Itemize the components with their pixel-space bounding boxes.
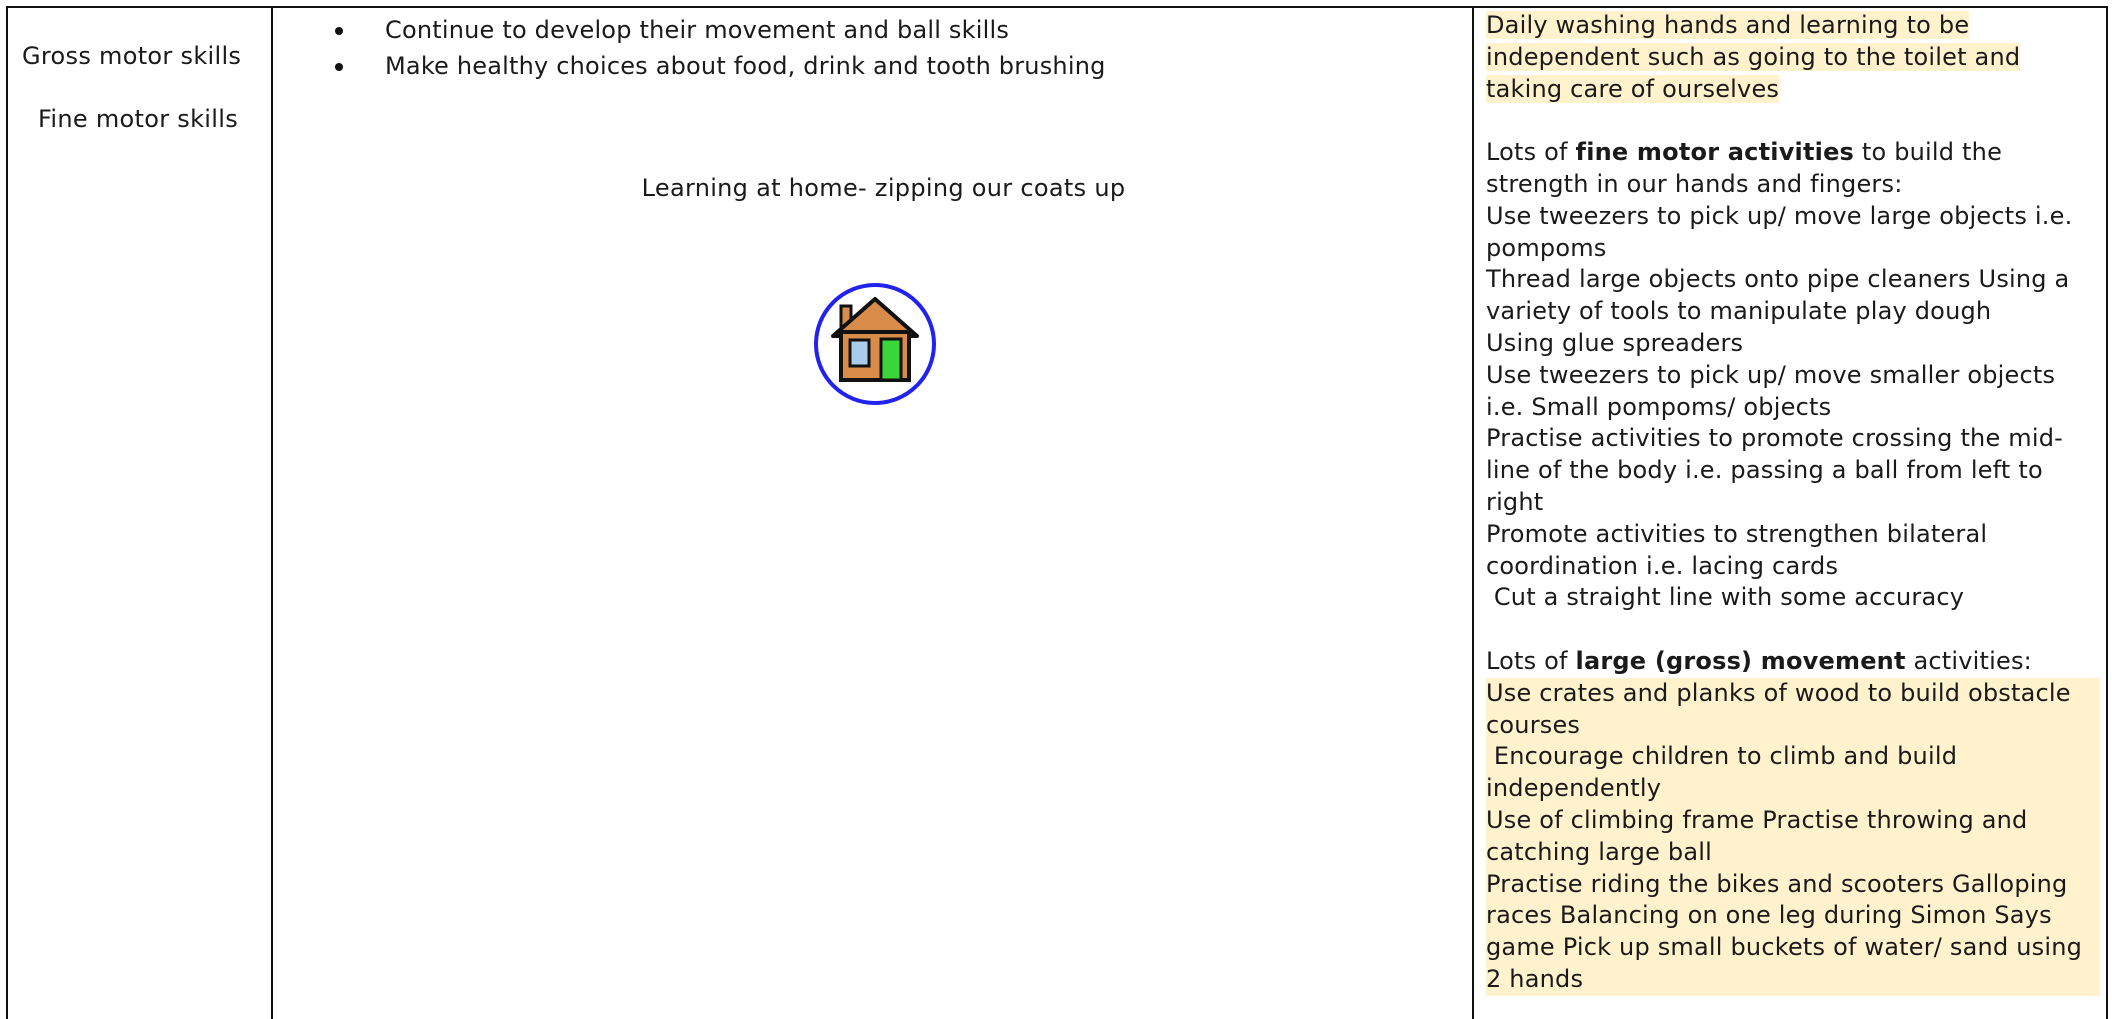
bullet-icon: [335, 63, 343, 71]
activities-text: Daily washing hands and learning to be i…: [1486, 10, 2100, 996]
gross-motor-intro: Lots of large (gross) movement activitie…: [1486, 646, 2100, 678]
intro-text: activities:: [1905, 646, 2032, 675]
curriculum-table: Gross motor skills Fine motor skills Con…: [6, 6, 2108, 1019]
independence-text: Daily washing hands and learning to be i…: [1486, 11, 2021, 103]
goals-list: Continue to develop their movement and b…: [333, 12, 1106, 84]
intro-text: Lots of: [1486, 138, 1576, 167]
goal-text: Make healthy choices about food, drink a…: [385, 52, 1106, 80]
fine-motor-label: Fine motor skills: [38, 105, 238, 133]
house-icon: [814, 283, 936, 405]
gross-activity: Practise riding the bikes and scooters G…: [1486, 869, 2083, 993]
fine-activity: Use tweezers to pick up/ move large obje…: [1486, 201, 2073, 262]
intro-bold: large (gross) movement: [1575, 646, 1906, 675]
gross-motor-label: Gross motor skills: [22, 42, 242, 70]
goal-item: Make healthy choices about food, drink a…: [333, 48, 1106, 84]
gross-activity: Use crates and planks of wood to build o…: [1486, 678, 2071, 739]
goal-item: Continue to develop their movement and b…: [333, 12, 1106, 48]
gross-activities-block: Use crates and planks of wood to build o…: [1486, 677, 2100, 996]
fine-activity: Thread large objects onto pipe cleaners …: [1486, 265, 2070, 326]
fine-motor-intro: Lots of fine motor activities to build t…: [1486, 137, 2100, 201]
fine-activity: Using glue spreaders: [1486, 328, 1744, 357]
goals-column: Continue to develop their movement and b…: [275, 8, 1474, 1019]
gross-activity: Use of climbing frame Practise throwing …: [1486, 805, 2028, 866]
fine-activity: Use tweezers to pick up/ move smaller ob…: [1486, 360, 2056, 421]
fine-activity: Practise activities to promote crossing …: [1486, 424, 2063, 516]
activities-column: Daily washing hands and learning to be i…: [1476, 8, 2106, 1019]
intro-text: Lots of: [1486, 646, 1576, 675]
fine-activity: Promote activities to strengthen bilater…: [1486, 519, 1988, 580]
intro-bold: fine motor activities: [1575, 138, 1855, 167]
gross-activity: Encourage children to climb and build in…: [1486, 742, 1965, 803]
bullet-icon: [335, 27, 343, 35]
home-learning-caption: Learning at home- zipping our coats up: [641, 174, 1126, 202]
goal-text: Continue to develop their movement and b…: [385, 16, 1010, 44]
fine-activity: Cut a straight line with some accuracy: [1486, 583, 1965, 612]
area-of-learning-column: Gross motor skills Fine motor skills: [8, 8, 273, 1019]
